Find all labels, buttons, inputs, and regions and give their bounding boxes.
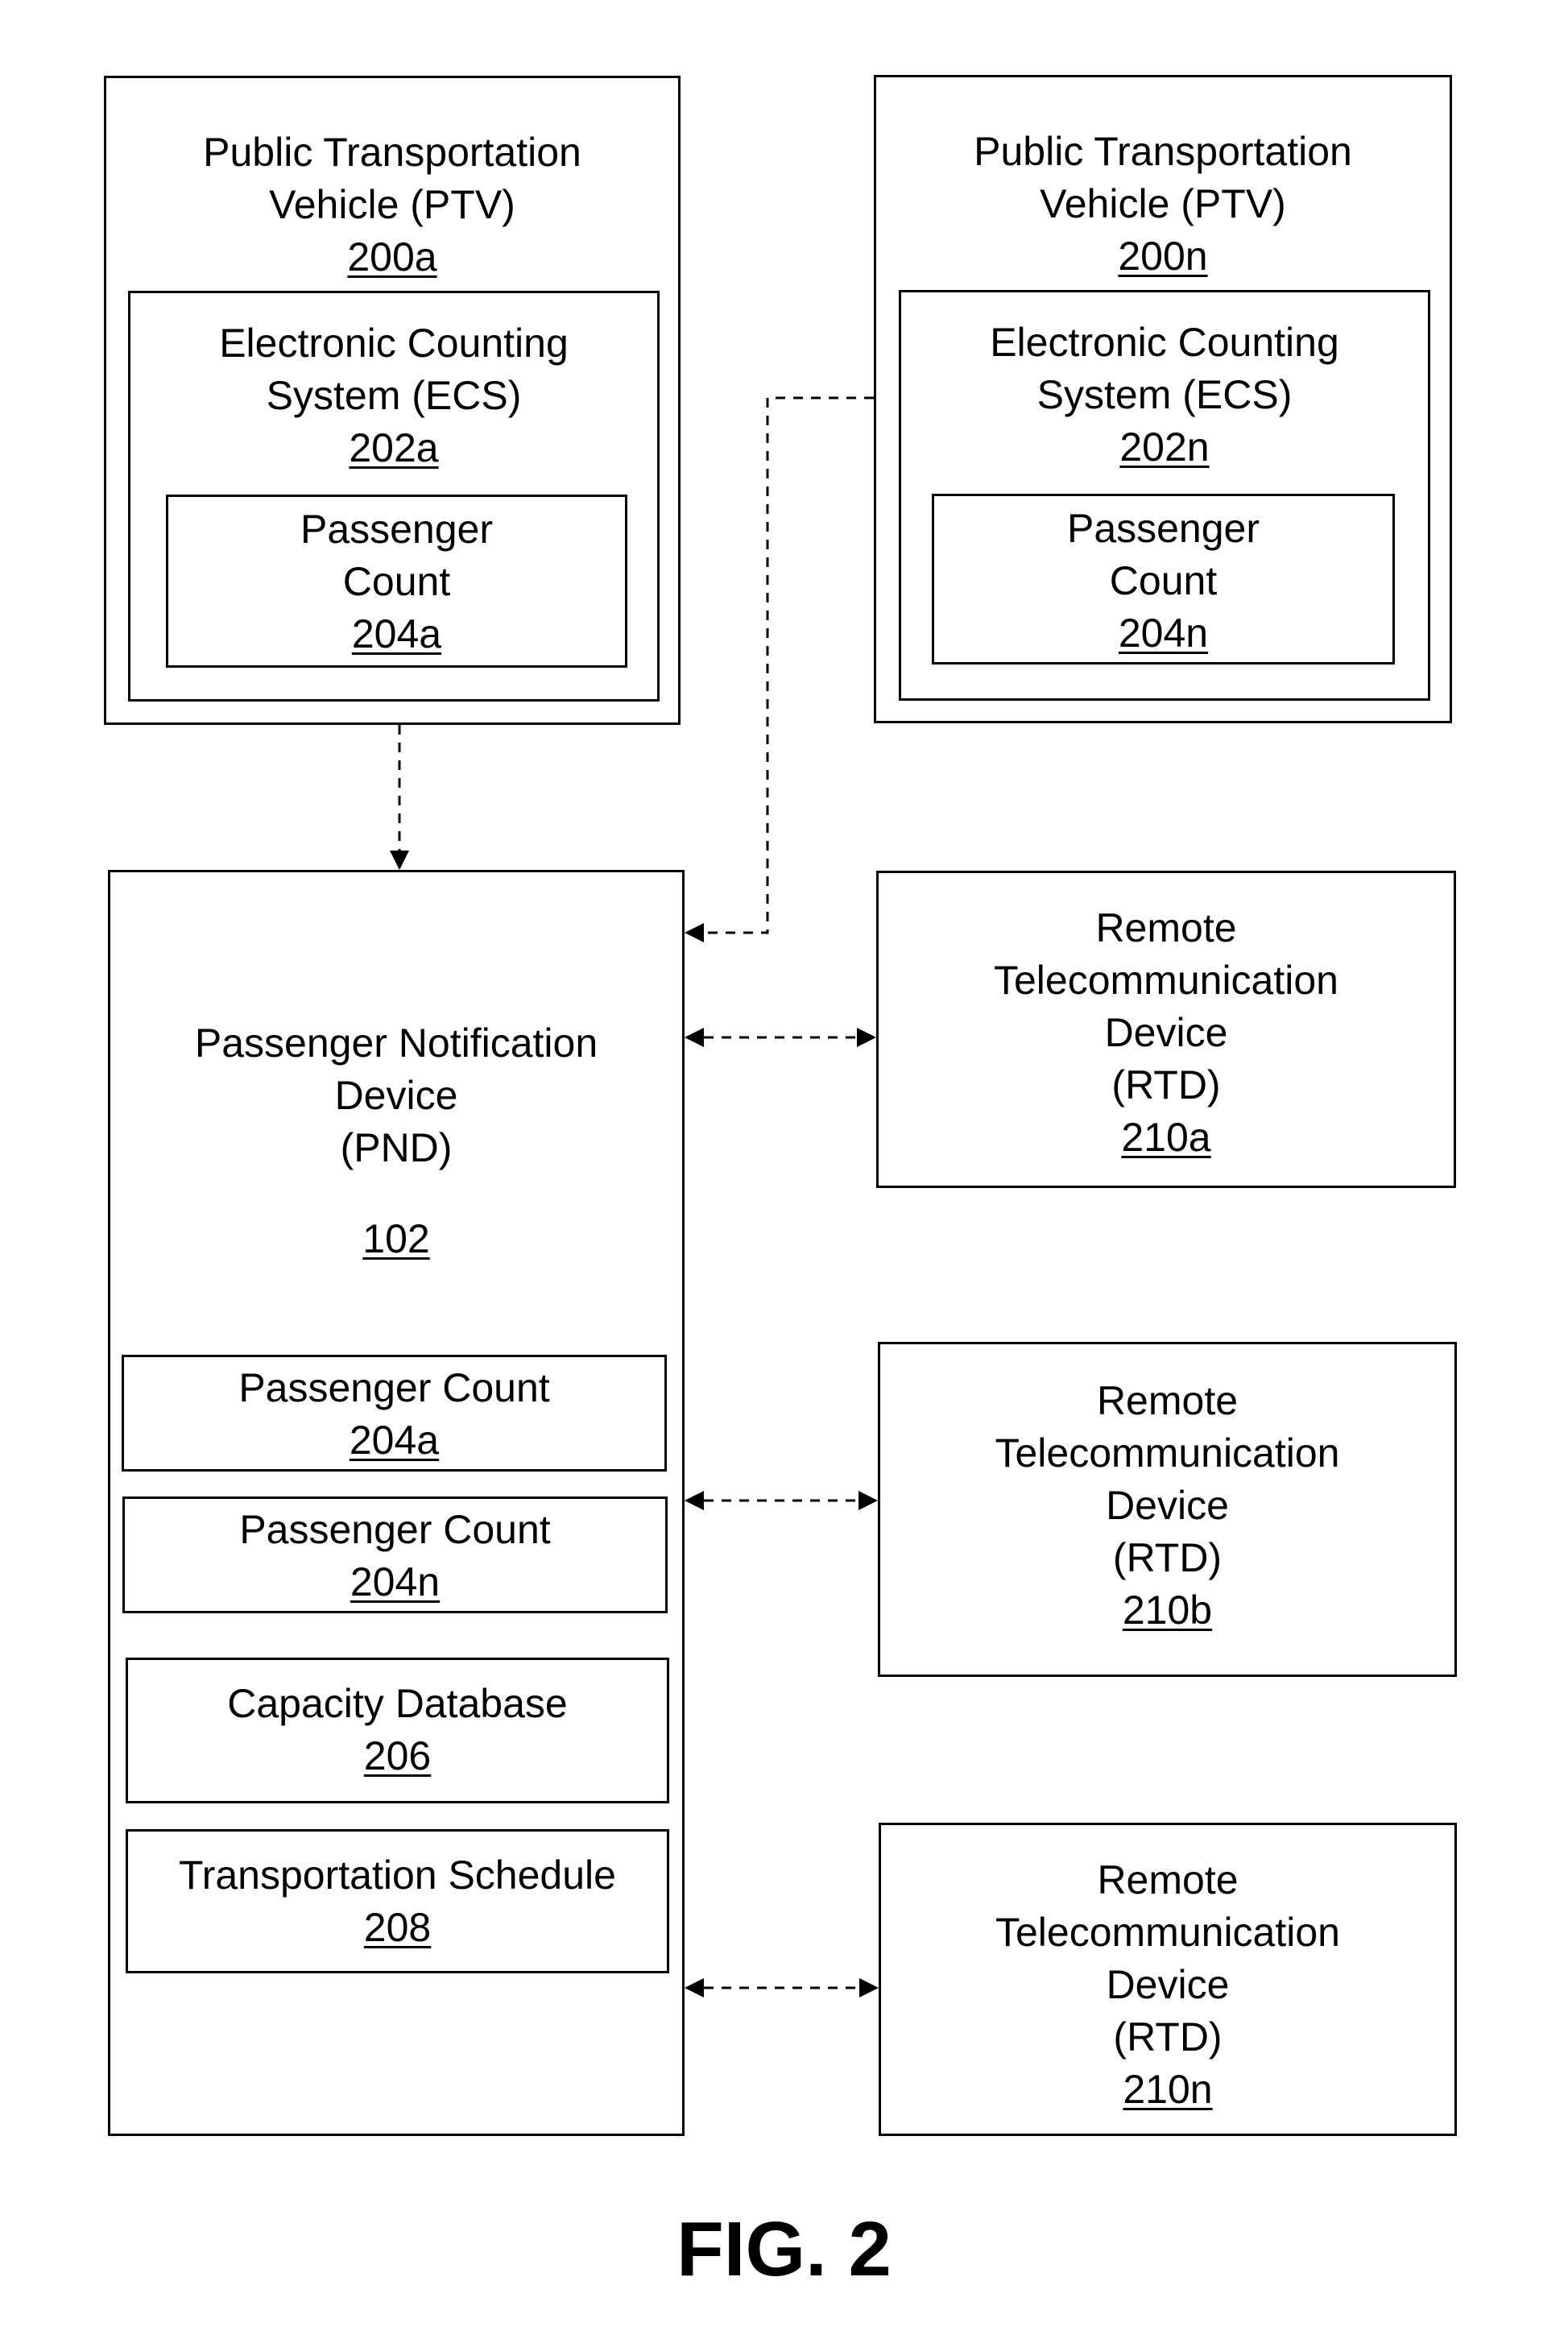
ptv-label-200a: Public Transportation Vehicle (PTV) 200a — [106, 126, 678, 284]
component-label: Transportation Schedule 208 — [128, 1849, 667, 1954]
ecs-ref: 202n — [1119, 424, 1210, 470]
rtd-title-line-2: Telecommunication — [995, 1910, 1340, 1955]
rtd-title-line-3: Device — [1106, 1962, 1230, 2007]
pnd-title-line-1: Passenger Notification — [194, 1020, 598, 1066]
rtd-box-210a: Remote Telecommunication Device (RTD) 21… — [876, 871, 1456, 1188]
ecs-title-line-2: System (ECS) — [1036, 372, 1293, 417]
rtd-title-line-4: (RTD) — [1112, 1535, 1223, 1580]
ptv-box-200n: Public Transportation Vehicle (PTV) 200n… — [874, 75, 1452, 723]
component-ref: 204n — [350, 1559, 441, 1604]
rtd-title-line-1: Remote — [1095, 905, 1237, 950]
rtd-ref: 210b — [1122, 1588, 1213, 1633]
component-label: Capacity Database 206 — [128, 1678, 667, 1782]
pnd-capacity-database-206: Capacity Database 206 — [126, 1658, 669, 1803]
ptv-title-line-2: Vehicle (PTV) — [269, 182, 515, 227]
passenger-count-label-204n: Passenger Count 204n — [934, 503, 1392, 660]
ecs-title-line-1: Electronic Counting — [219, 321, 569, 366]
connector-ptv-200n-to-pnd — [685, 396, 874, 942]
ecs-label-202n: Electronic Counting System (ECS) 202n — [901, 317, 1428, 474]
rtd-box-210n: Remote Telecommunication Device (RTD) 21… — [879, 1823, 1457, 2136]
rtd-label: Remote Telecommunication Device (RTD) 21… — [881, 1854, 1454, 2116]
rtd-ref: 210a — [1121, 1115, 1211, 1160]
rtd-label: Remote Telecommunication Device (RTD) 21… — [879, 902, 1454, 1164]
rtd-title-line-1: Remote — [1096, 1378, 1239, 1423]
rtd-title-line-4: (RTD) — [1111, 1062, 1221, 1107]
rtd-title-line-2: Telecommunication — [994, 958, 1338, 1003]
pnd-label: Passenger Notification Device (PND) 102 — [110, 1017, 682, 1265]
ptv-title-line-1: Public Transportation — [203, 130, 581, 175]
pnd-transportation-schedule-208: Transportation Schedule 208 — [126, 1829, 669, 1973]
rtd-title-line-1: Remote — [1097, 1857, 1239, 1902]
component-label: Passenger Count 204n — [125, 1504, 665, 1608]
ptv-ref: 200n — [1118, 234, 1208, 279]
ecs-box-202a: Electronic Counting System (ECS) 202a Pa… — [128, 291, 660, 702]
rtd-title-line-3: Device — [1106, 1483, 1229, 1528]
rtd-label: Remote Telecommunication Device (RTD) 21… — [880, 1375, 1454, 1637]
figure-label: FIG. 2 — [676, 2206, 892, 2292]
ptv-box-200a: Public Transportation Vehicle (PTV) 200a… — [104, 76, 681, 725]
ecs-box-202n: Electronic Counting System (ECS) 202n Pa… — [899, 290, 1430, 701]
ecs-title-line-2: System (ECS) — [266, 373, 522, 418]
pnd-title-line-2: Device — [334, 1073, 458, 1118]
component-ref: 208 — [363, 1905, 432, 1950]
passenger-count-box-204a: Passenger Count 204a — [166, 495, 627, 668]
ptv-title-line-2: Vehicle (PTV) — [1040, 181, 1286, 226]
count-ref: 204a — [351, 611, 442, 656]
count-title-line-1: Passenger — [300, 507, 494, 552]
passenger-count-box-204n: Passenger Count 204n — [932, 494, 1395, 664]
component-title: Passenger Count — [239, 1507, 551, 1552]
pnd-passenger-count-204n: Passenger Count 204n — [122, 1497, 668, 1613]
component-ref: 204a — [349, 1418, 440, 1463]
ptv-label-200n: Public Transportation Vehicle (PTV) 200n — [876, 126, 1450, 283]
rtd-box-210b: Remote Telecommunication Device (RTD) 21… — [878, 1342, 1457, 1677]
count-ref: 204n — [1118, 611, 1209, 656]
pnd-ref: 102 — [362, 1216, 430, 1261]
rtd-title-line-2: Telecommunication — [995, 1430, 1340, 1476]
rtd-title-line-3: Device — [1104, 1010, 1228, 1055]
rtd-ref: 210n — [1123, 2067, 1213, 2112]
count-title-line-2: Count — [1109, 558, 1218, 603]
pnd-passenger-count-204a: Passenger Count 204a — [122, 1355, 667, 1472]
passenger-count-label-204a: Passenger Count 204a — [168, 503, 625, 660]
component-title: Capacity Database — [227, 1681, 568, 1726]
ptv-ref: 200a — [347, 234, 437, 279]
component-ref: 206 — [363, 1733, 432, 1778]
count-title-line-2: Count — [342, 559, 451, 604]
ecs-title-line-1: Electronic Counting — [990, 320, 1339, 365]
ecs-ref: 202a — [349, 425, 439, 470]
count-title-line-1: Passenger — [1066, 506, 1260, 551]
component-title: Transportation Schedule — [179, 1853, 616, 1898]
ecs-label-202a: Electronic Counting System (ECS) 202a — [130, 317, 657, 474]
component-label: Passenger Count 204a — [124, 1362, 664, 1467]
rtd-title-line-4: (RTD) — [1113, 2014, 1223, 2060]
ptv-title-line-1: Public Transportation — [974, 129, 1352, 174]
pnd-spacer — [110, 1174, 682, 1213]
pnd-box-102: Passenger Notification Device (PND) 102 … — [108, 870, 685, 2136]
pnd-title-line-3: (PND) — [340, 1125, 453, 1170]
component-title: Passenger Count — [238, 1365, 550, 1410]
